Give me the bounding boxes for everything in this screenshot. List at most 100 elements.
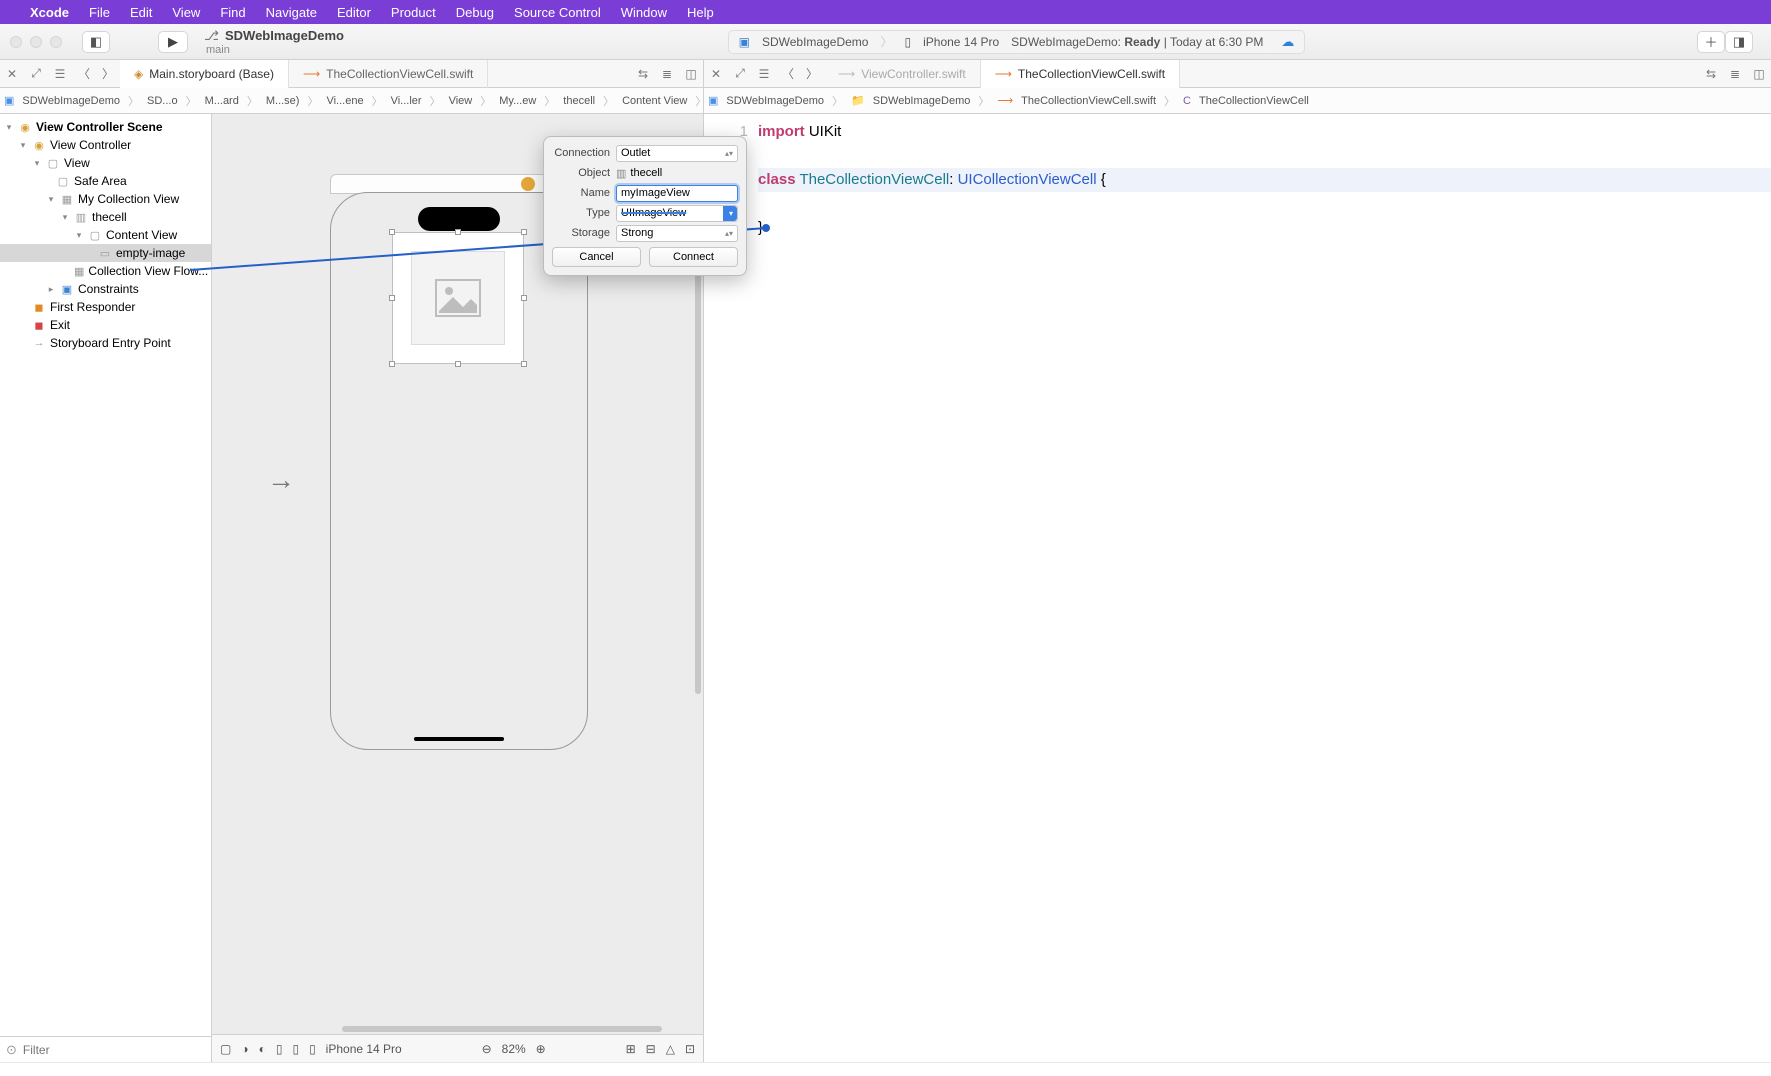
window-controls[interactable] [10,36,62,48]
right-jump-bar[interactable]: ▣ SDWebImageDemo〉 📁 SDWebImageDemo〉 ⟶ Th… [704,88,1771,114]
outline-exit[interactable]: ◼Exit [0,316,211,334]
resize-handle[interactable] [455,229,461,235]
menu-product[interactable]: Product [391,5,436,20]
popover-storage-select[interactable]: Strong▴▾ [616,225,738,242]
code-text[interactable]: import UIKit class TheCollectionViewCell… [758,114,1771,1062]
canvas-scrollbar-vertical[interactable] [695,204,701,694]
device-variant-button[interactable]: ▯ [292,1042,299,1056]
outline-constraints[interactable]: ▸▣Constraints [0,280,211,298]
zoom-out-button[interactable]: ⊖ [482,1042,492,1056]
toggle-inspector-button[interactable]: ◨ [1725,31,1753,53]
tab-collectionviewcell-swift[interactable]: ⟶ TheCollectionViewCell.swift [981,60,1180,88]
align-button[interactable]: ⊞ [626,1042,636,1056]
popover-type-select[interactable]: UIImageView▾ [616,205,738,222]
menu-navigate[interactable]: Navigate [266,5,317,20]
outline-cell[interactable]: ▾▥thecell [0,208,211,226]
resize-handle[interactable] [389,229,395,235]
menu-source-control[interactable]: Source Control [514,5,601,20]
close-document-button[interactable]: ✕ [704,63,728,85]
menu-find[interactable]: Find [220,5,245,20]
jump-segment[interactable]: TheCollectionViewCell.swift [1017,95,1160,107]
scheme-selector[interactable]: ⎇ SDWebImageDemo main [204,28,344,56]
appearance-button[interactable]: ◐ [259,1042,266,1056]
selected-image-view[interactable] [392,232,524,364]
vc-icon[interactable] [521,177,535,191]
minimap-button[interactable]: ≣ [1723,63,1747,85]
close-document-button[interactable]: ✕ [0,63,24,85]
tab-main-storyboard[interactable]: ◈ Main.storyboard (Base) [120,60,289,88]
jump-segment[interactable]: TheCollectionViewCell [1195,95,1313,107]
menu-editor[interactable]: Editor [337,5,371,20]
close-window-icon[interactable] [10,36,22,48]
orientation-button[interactable]: ▯ [276,1042,283,1056]
nav-forward-button[interactable]: 〉 [800,63,824,85]
outline-flow-layout[interactable]: ▦Collection View Flow... [0,262,211,280]
outline-content-view[interactable]: ▾▢Content View [0,226,211,244]
storyboard-entry-arrow-icon[interactable]: → [267,464,295,496]
related-items-button[interactable]: ☰ [752,63,776,85]
jump-segment[interactable]: M...ard [201,95,243,107]
outline-safe-area[interactable]: ▢Safe Area [0,172,211,190]
popover-connection-select[interactable]: Outlet▴▾ [616,145,738,162]
run-button[interactable]: ▶ [158,31,188,53]
zoom-level[interactable]: 82% [502,1042,526,1056]
outline-scene[interactable]: ▾◉View Controller Scene [0,118,211,136]
jump-segment[interactable]: SDWebImageDemo [722,95,828,107]
menu-edit[interactable]: Edit [130,5,152,20]
canvas-device-label[interactable]: iPhone 14 Pro [326,1042,402,1056]
menu-window[interactable]: Window [621,5,667,20]
device-button[interactable]: ▯ [309,1042,316,1056]
minimap-button[interactable]: ≣ [655,63,679,85]
resize-handle[interactable] [389,361,395,367]
left-jump-bar[interactable]: ▣ SDWebImageDemo〉 SD...o〉 M...ard〉 M...s… [0,88,703,114]
menu-debug[interactable]: Debug [456,5,494,20]
jump-segment[interactable]: Vi...ler [387,95,426,107]
library-button[interactable]: ＋ [1697,31,1725,53]
add-editor-button[interactable]: ◫ [1747,63,1771,85]
outline-filter-input[interactable] [23,1043,205,1057]
cloud-icon[interactable]: ☁ [1281,34,1294,50]
adjust-editor-button[interactable]: ⇆ [1699,63,1723,85]
zoom-window-icon[interactable] [50,36,62,48]
toggle-outline-button[interactable]: ▢ [220,1042,231,1056]
jump-segment[interactable]: Content View [618,95,691,107]
canvas-scrollbar-horizontal[interactable] [342,1026,662,1032]
expand-editor-button[interactable]: ⤢ [24,63,48,85]
code-editor[interactable]: 1 import UIKit class TheCollectionViewCe… [704,114,1771,1062]
jump-segment[interactable]: Vi...ene [322,95,367,107]
tab-viewcontroller-swift[interactable]: ⟶ ViewController.swift [824,60,981,88]
jump-segment[interactable]: thecell [559,95,599,107]
popover-name-input[interactable] [616,185,738,202]
connect-button[interactable]: Connect [649,247,738,267]
toggle-navigator-button[interactable]: ◧ [82,31,110,53]
activity-status-bar[interactable]: ▣ SDWebImageDemo 〉 ▯ iPhone 14 Pro SDWeb… [728,30,1306,54]
nav-back-button[interactable]: 〈 [776,63,800,85]
outline-entry-point[interactable]: →Storyboard Entry Point [0,334,211,352]
add-editor-button[interactable]: ◫ [679,63,703,85]
related-items-button[interactable]: ☰ [48,63,72,85]
jump-segment[interactable]: View [445,95,477,107]
outline-view[interactable]: ▾▢View [0,154,211,172]
outline-first-responder[interactable]: ◼First Responder [0,298,211,316]
menu-help[interactable]: Help [687,5,714,20]
cancel-button[interactable]: Cancel [552,247,641,267]
pin-button[interactable]: ⊟ [646,1042,656,1056]
resize-handle[interactable] [389,295,395,301]
adjust-editor-button[interactable]: ⇆ [631,63,655,85]
jump-segment[interactable]: My...ew [495,95,540,107]
resize-handle[interactable] [521,295,527,301]
outline-image-view[interactable]: ▭empty-image [0,244,211,262]
jump-segment[interactable]: SDWebImageDemo [869,95,975,107]
jump-segment[interactable]: SD...o [143,95,182,107]
nav-forward-button[interactable]: 〉 [96,63,120,85]
zoom-in-button[interactable]: ⊕ [536,1042,546,1056]
resize-handle[interactable] [521,361,527,367]
outline-view-controller[interactable]: ▾◉View Controller [0,136,211,154]
jump-segment[interactable]: M...se) [262,95,304,107]
menu-view[interactable]: View [172,5,200,20]
nav-back-button[interactable]: 〈 [72,63,96,85]
embed-button[interactable]: ⊡ [685,1042,695,1056]
jump-segment[interactable]: SDWebImageDemo [18,95,124,107]
canvas-options-button[interactable]: ◑ [241,1042,248,1056]
resolve-button[interactable]: △ [666,1042,675,1056]
